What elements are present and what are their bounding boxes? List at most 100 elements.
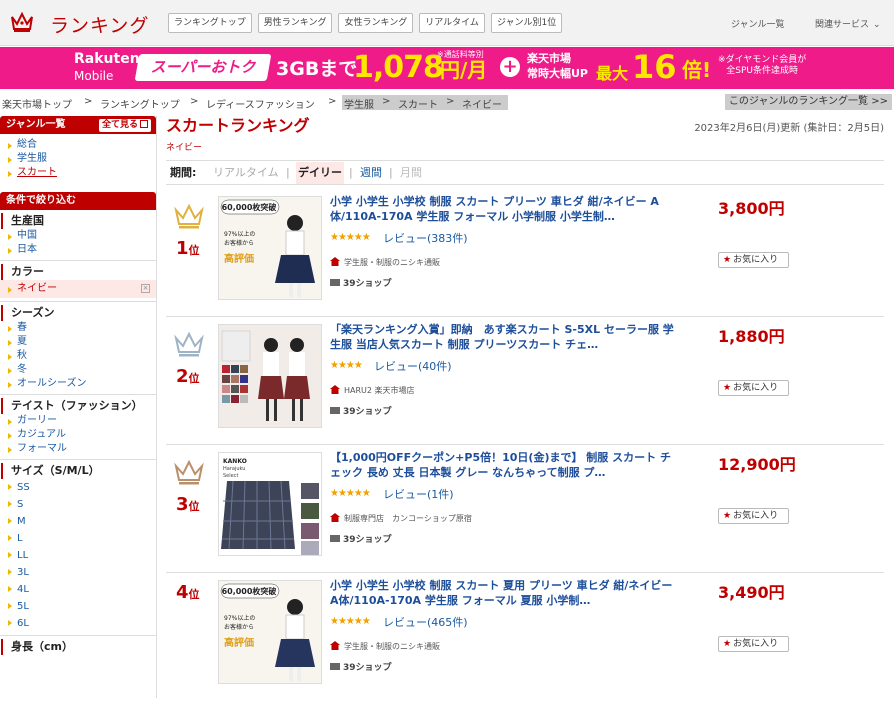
rank-number: 1位 (176, 238, 200, 259)
product-thumbnail[interactable] (218, 324, 322, 428)
breadcrumb-item-skirt[interactable]: スカート (398, 96, 438, 111)
rank-value: 4 (176, 582, 189, 603)
add-favorite-button[interactable]: ★ お気に入り (718, 380, 789, 396)
review-link[interactable]: レビュー(465件) (383, 614, 468, 630)
filter-color-navy-selected[interactable]: ネイビー × (0, 280, 156, 298)
product-thumbnail[interactable]: KANKO Harajuku Select (218, 452, 322, 556)
filter-size-l[interactable]: L (0, 530, 156, 547)
product-title-link[interactable]: 小学 小学生 小学校 制服 スカート プリーツ 車ヒダ 紺/ネイビー A体/11… (330, 194, 675, 224)
clear-filter-icon[interactable]: × (141, 284, 150, 293)
filter-season-winter[interactable]: 冬 (0, 363, 156, 377)
rating-stars: ★★★★★ (330, 616, 371, 627)
period-weekly[interactable]: 週間 (360, 161, 382, 185)
banner-super-badge: スーパーおトク (134, 54, 272, 81)
see-all-label: 全て見る (101, 120, 138, 130)
rank-suffix: 位 (188, 588, 200, 601)
thumb-percent-text: 97%以上の (224, 230, 255, 238)
sidebar-item-skirt[interactable]: スカート (0, 166, 156, 180)
tab-men-ranking[interactable]: 男性ランキング (257, 13, 333, 33)
review-link[interactable]: レビュー(1件) (383, 486, 454, 502)
thumb-customer-text: お客様から (224, 623, 254, 631)
related-services-link[interactable]: 関連サービス ⌄ (815, 17, 881, 30)
shipping-label: 39ショップ (343, 663, 392, 673)
sidebar-item-uniform[interactable]: 学生服 (0, 152, 156, 166)
filter-size-m[interactable]: M (0, 513, 156, 530)
crown-logo-icon[interactable] (10, 11, 34, 33)
review-link[interactable]: レビュー(383件) (383, 230, 468, 246)
filter-season-all[interactable]: オールシーズン (0, 377, 156, 391)
tab-realtime[interactable]: リアルタイム (419, 13, 485, 33)
rating-stars: ★★★★ (330, 360, 363, 371)
filter-size-ll[interactable]: LL (0, 547, 156, 564)
period-realtime[interactable]: リアルタイム (213, 161, 279, 185)
shipping-label: 39ショップ (343, 279, 392, 289)
breadcrumb-item-uniform[interactable]: 学生服 (344, 96, 374, 111)
free-shipping-badge: 39ショップ (330, 276, 392, 289)
tab-women-ranking[interactable]: 女性ランキング (338, 13, 414, 33)
filter-season-autumn[interactable]: 秋 (0, 349, 156, 363)
filter-season-summer[interactable]: 夏 (0, 335, 156, 349)
filter-taste-casual[interactable]: カジュアル (0, 428, 156, 442)
shop-link[interactable]: 制服専門店 カンコーショップ原宿 (330, 513, 472, 524)
page-title: スカートランキング (166, 116, 310, 135)
filter-size-3l[interactable]: 3L (0, 564, 156, 581)
banner-diamond-note: ※ダイヤモンド会員が 全SPU条件達成時 (718, 55, 806, 77)
filter-season-spring[interactable]: 春 (0, 321, 156, 335)
filter-taste-formal[interactable]: フォーマル (0, 442, 156, 456)
product-title-link[interactable]: 「楽天ランキング入賞」即納 あす楽スカート S-5XL セーラー服 学生服 当店… (330, 322, 675, 352)
filter-color-navy-label: ネイビー (17, 283, 57, 294)
free-shipping-badge: 39ショップ (330, 660, 392, 673)
banner-brand: Rakuten (74, 51, 140, 67)
product-image: 60,000枚突破 97%以上の お客様から 高評価 (219, 197, 321, 299)
shop-link[interactable]: HARU2 楽天市場店 (330, 385, 415, 396)
filter-size-s[interactable]: S (0, 496, 156, 513)
shop-link[interactable]: 学生服・制服のニシキ通販 (330, 257, 440, 268)
period-daily[interactable]: デイリー (296, 162, 344, 184)
add-favorite-button[interactable]: ★ お気に入り (718, 636, 789, 652)
filter-size-4l[interactable]: 4L (0, 581, 156, 598)
ranking-logo-link[interactable]: ランキング (50, 11, 149, 38)
breadcrumb-item-ranking-top[interactable]: ランキングトップ (100, 96, 180, 111)
rank-suffix: 位 (188, 500, 200, 513)
see-all-button[interactable]: 全て見る (98, 119, 151, 132)
filter-size-5l[interactable]: 5L (0, 598, 156, 615)
thumb-percent-text: 97%以上の (224, 614, 255, 622)
review-link[interactable]: レビュー(40件) (374, 358, 452, 374)
promo-banner[interactable]: Rakuten Mobile スーパーおトク 3GBまで 1,078 ※通話料等… (0, 47, 894, 89)
divider (0, 635, 156, 636)
filter-size-ss[interactable]: SS (0, 479, 156, 496)
shop-name: HARU2 楽天市場店 (344, 386, 415, 395)
filter-size-6l[interactable]: 6L (0, 615, 156, 632)
period-monthly[interactable]: 月間 (400, 161, 422, 185)
product-title-link[interactable]: 【1,000円OFFクーポン+P5倍！10日(金)まで】 制服 スカート チェッ… (330, 450, 675, 480)
breadcrumb-item-ladies[interactable]: レディースファッション (206, 96, 315, 111)
filter-origin-china[interactable]: 中国 (0, 229, 156, 243)
breadcrumb-sep: > (190, 96, 199, 107)
ranking-item: 4位 60,000枚突破 97%以上の お客様から 高評価 小学 小学生 小学校… (166, 574, 884, 701)
thumb-brand-text: KANKO (223, 458, 247, 465)
filter-origin-japan[interactable]: 日本 (0, 243, 156, 257)
period-selector: 期間: リアルタイム | デイリー | 週間 | 月間 (166, 160, 884, 185)
banner-bai: 倍! (682, 58, 712, 82)
tab-genre-first[interactable]: ジャンル別1位 (490, 13, 563, 33)
product-thumbnail[interactable]: 60,000枚突破 97%以上の お客様から 高評価 (218, 580, 322, 684)
shop-icon (330, 257, 340, 266)
favorite-label: お気に入り (733, 255, 779, 265)
shop-link[interactable]: 学生服・制服のニシキ通販 (330, 641, 440, 652)
banner-unit: 円/月 (440, 58, 488, 82)
tab-ranking-top[interactable]: ランキングトップ (168, 13, 252, 33)
sidebar-item-overall[interactable]: 総合 (0, 138, 156, 152)
shop-name: 学生服・制服のニシキ通販 (344, 258, 440, 267)
updated-date: 2023年2月6日(月)更新 (集計日：2月5日) (694, 123, 884, 134)
banner-plus-icon: + (500, 57, 520, 77)
filter-taste-girly[interactable]: ガーリー (0, 414, 156, 428)
add-favorite-button[interactable]: ★ お気に入り (718, 508, 789, 524)
divider (0, 301, 156, 302)
breadcrumb-sep: > (84, 96, 93, 107)
product-thumbnail[interactable]: 60,000枚突破 97%以上の お客様から 高評価 (218, 196, 322, 300)
genre-list-link[interactable]: ジャンル一覧 (731, 17, 785, 30)
genre-ranking-list-link[interactable]: このジャンルのランキング一覧 >> (724, 94, 892, 110)
product-title-link[interactable]: 小学 小学生 小学校 制服 スカート 夏用 プリーツ 車ヒダ 紺/ネイビー A体… (330, 578, 675, 608)
breadcrumb-item-rakuten-top[interactable]: 楽天市場トップ (2, 96, 72, 111)
add-favorite-button[interactable]: ★ お気に入り (718, 252, 789, 268)
